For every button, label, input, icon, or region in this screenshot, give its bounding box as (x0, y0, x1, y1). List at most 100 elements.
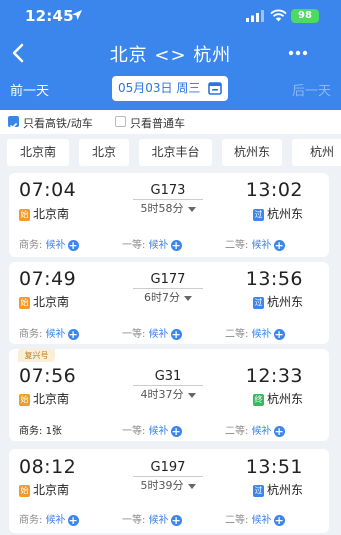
duration-text: 5时58分 (140, 202, 184, 215)
departure-time: 07:49 (19, 268, 77, 290)
train-card[interactable]: 07:49 G177 13:56 6时7分 始北京南 过杭州东 商务: 候补 + … (9, 262, 329, 344)
second-class-seat[interactable]: 二等: 候补 + (225, 236, 285, 251)
more-options-icon[interactable] (288, 50, 308, 56)
start-station-badge: 始 (19, 208, 30, 221)
station-filter-row: 北京南 北京 北京丰台 杭州东 杭州 (0, 134, 341, 172)
arrival-station-name: 杭州东 (266, 483, 303, 497)
duration[interactable]: 5时58分 (127, 200, 209, 216)
location-arrow-icon (72, 10, 82, 20)
station-chip[interactable]: 杭州 (292, 139, 341, 166)
business-seat[interactable]: 商务: 候补 + (19, 236, 79, 251)
calendar-icon (208, 82, 222, 95)
seat-class: 一等: (122, 426, 149, 437)
first-class-seat[interactable]: 一等: 候补 + (122, 422, 182, 437)
second-class-seat[interactable]: 二等: 候补 + (225, 422, 285, 437)
seat-availability: 候补 (148, 240, 169, 251)
arrival-station-name: 杭州东 (266, 295, 303, 309)
start-station-badge: 始 (19, 484, 30, 497)
departure-station-name: 北京南 (33, 207, 70, 221)
duration[interactable]: 4时37分 (127, 386, 209, 402)
departure-time: 08:12 (19, 456, 77, 478)
first-class-seat[interactable]: 一等: 候补 + (122, 236, 182, 251)
add-icon: + (170, 513, 182, 527)
seat-class: 商务: (19, 240, 46, 251)
add-icon: + (67, 327, 79, 341)
seat-class: 二等: (225, 329, 252, 340)
add-icon: + (67, 513, 79, 527)
caret-down-icon (187, 206, 196, 212)
add-icon: + (273, 238, 285, 252)
next-day-button[interactable]: 后一天 (292, 80, 331, 99)
regular-train-only-checkbox[interactable] (115, 116, 126, 127)
checkmark-icon (9, 122, 18, 129)
status-time: 12:45 (25, 7, 74, 25)
train-card[interactable]: 07:04 G173 13:02 5时58分 始北京南 过杭州东 商务: 候补 +… (9, 173, 329, 257)
train-card[interactable]: 08:12 G197 13:51 5时39分 始北京南 过杭州东 商务: 候补 +… (9, 449, 329, 533)
add-icon: + (273, 424, 285, 438)
caret-down-icon (187, 392, 196, 398)
seat-availability: 候补 (45, 240, 66, 251)
arrival-time: 12:33 (245, 365, 303, 387)
second-class-seat[interactable]: 二等: 候补 + (225, 325, 285, 340)
business-seat[interactable]: 商务: 候补 + (19, 325, 79, 340)
add-icon: + (170, 238, 182, 252)
train-number: G197 (150, 460, 186, 475)
first-class-seat[interactable]: 一等: 候补 + (122, 325, 182, 340)
arrival-station: 过杭州东 (252, 481, 303, 498)
duration[interactable]: 5时39分 (127, 477, 209, 493)
add-icon: + (170, 424, 182, 438)
seat-availability: 候补 (251, 240, 272, 251)
seat-class: 商务: (19, 329, 46, 340)
add-icon: + (273, 327, 285, 341)
business-seat[interactable]: 商务: 候补 + (19, 511, 79, 526)
departure-station-name: 北京南 (33, 483, 70, 497)
station-chip[interactable]: 北京丰台 (139, 139, 212, 166)
date-selector[interactable]: 05月03日 周三 (112, 76, 228, 101)
regular-train-only-label[interactable]: 只看普通车 (130, 115, 185, 131)
station-chip[interactable]: 北京南 (7, 139, 69, 166)
seat-class: 商务: (19, 515, 46, 526)
fuxinghao-tag: 复兴号 (18, 349, 55, 362)
seat-availability: 候补 (251, 329, 272, 340)
departure-time: 07:56 (19, 365, 77, 387)
start-station-badge: 始 (19, 296, 30, 309)
battery-indicator: 98 (291, 9, 319, 23)
second-class-seat[interactable]: 二等: 候补 + (225, 511, 285, 526)
cellular-signal-icon (246, 10, 264, 22)
station-chip[interactable]: 北京 (79, 139, 129, 166)
seat-class: 一等: (122, 329, 149, 340)
pass-station-badge: 过 (252, 296, 264, 309)
arrival-time: 13:02 (245, 179, 303, 201)
first-class-seat[interactable]: 一等: 候补 + (122, 511, 182, 526)
duration[interactable]: 6时7分 (127, 289, 209, 305)
business-seat[interactable]: 商务: 1张 (19, 422, 62, 437)
high-speed-only-label[interactable]: 只看高铁/动车 (23, 115, 93, 131)
seat-availability: 候补 (45, 329, 66, 340)
terminal-station-badge: 终 (252, 393, 264, 406)
seat-availability: 候补 (251, 426, 272, 437)
duration-text: 4时37分 (140, 388, 184, 401)
seat-class: 二等: (225, 515, 252, 526)
filter-bar: 只看高铁/动车 只看普通车 (0, 110, 341, 134)
seat-availability: 候补 (45, 515, 66, 526)
seat-availability: 候补 (251, 515, 272, 526)
seat-class: 二等: (225, 240, 252, 251)
high-speed-only-checkbox[interactable] (8, 116, 19, 129)
arrival-station-name: 杭州东 (266, 207, 303, 221)
seat-availability: 候补 (148, 515, 169, 526)
train-card[interactable]: 复兴号 07:56 G31 12:33 4时37分 始北京南 终杭州东 商务: … (9, 349, 329, 441)
arrival-time: 13:51 (245, 456, 303, 478)
station-chip[interactable]: 杭州东 (222, 139, 282, 166)
seat-availability: 候补 (148, 426, 169, 437)
duration-text: 5时39分 (140, 479, 184, 492)
start-station-badge: 始 (19, 393, 30, 406)
add-icon: + (273, 513, 285, 527)
seat-availability: 候补 (148, 329, 169, 340)
wifi-icon (270, 9, 287, 22)
departure-station: 始北京南 (19, 481, 69, 498)
arrival-station: 过杭州东 (252, 293, 303, 310)
departure-station-name: 北京南 (33, 392, 70, 406)
pass-station-badge: 过 (252, 484, 264, 497)
previous-day-button[interactable]: 前一天 (10, 80, 49, 99)
departure-station: 始北京南 (19, 293, 69, 310)
